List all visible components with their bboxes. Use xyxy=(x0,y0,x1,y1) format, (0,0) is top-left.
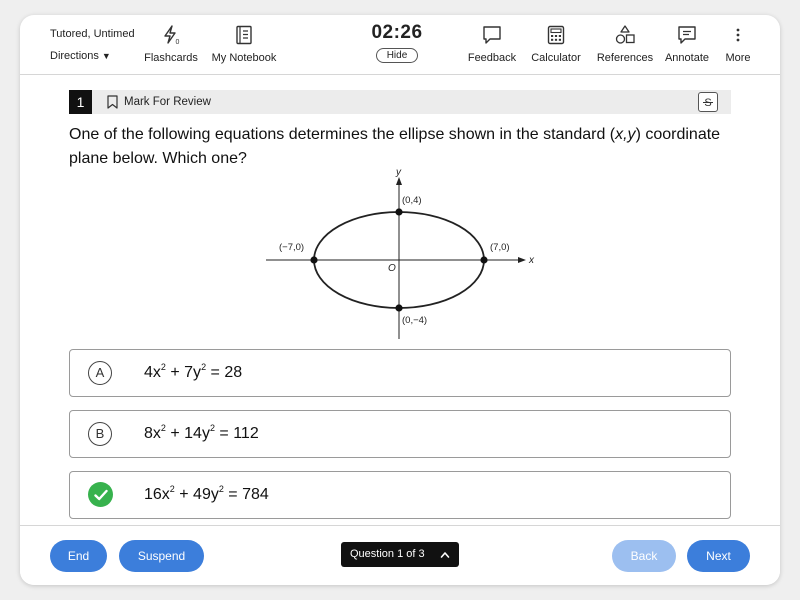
chevron-down-icon: ▼ xyxy=(101,51,111,61)
annotate-label: Annotate xyxy=(664,52,710,64)
footer-bar: End Suspend Question 1 of 3 Back Next xyxy=(20,525,780,585)
choice-equation-c: 16x2 + 49y2 = 784 xyxy=(144,484,269,504)
my-notebook-button[interactable]: My Notebook xyxy=(210,24,278,64)
point-left xyxy=(310,256,318,264)
references-label: References xyxy=(596,52,654,64)
flashcards-button[interactable]: 0 Flashcards xyxy=(143,24,199,64)
y-axis-arrow xyxy=(396,177,402,185)
exam-window: Tutored, Untimed Directions ▼ 0 Flashcard… xyxy=(20,15,780,585)
suspend-button[interactable]: Suspend xyxy=(119,540,204,572)
feedback-icon xyxy=(466,24,518,46)
question-navigator-label: Question 1 of 3 xyxy=(350,548,425,560)
strikethrough-toggle[interactable]: S xyxy=(698,92,718,112)
directions-label: Directions xyxy=(50,50,99,62)
eq-term: 49y xyxy=(193,486,219,503)
origin-label: O xyxy=(388,263,396,274)
eq-term: 7y xyxy=(184,364,202,381)
checkmark-icon xyxy=(88,482,113,507)
answer-choice-a[interactable]: A 4x2 + 7y2 = 28 xyxy=(69,349,731,397)
calculator-button[interactable]: Calculator xyxy=(529,24,583,64)
point-label-top: (0,4) xyxy=(402,195,422,206)
calculator-label: Calculator xyxy=(531,52,581,64)
directions-dropdown[interactable]: Directions ▼ xyxy=(50,50,111,62)
answer-choice-c[interactable]: 16x2 + 49y2 = 784 xyxy=(69,471,731,519)
eq-term: 8x xyxy=(144,425,161,442)
bookmark-icon xyxy=(107,95,118,109)
eq-term: 14y xyxy=(184,425,210,442)
question-text-part: One of the following equations determine… xyxy=(69,126,616,143)
question-bar: 1 Mark For Review S xyxy=(69,90,731,114)
svg-text:0: 0 xyxy=(176,39,180,45)
answer-choice-b[interactable]: B 8x2 + 14y2 = 112 xyxy=(69,410,731,458)
question-number: 1 xyxy=(69,90,92,114)
eq-term: 4x xyxy=(144,364,161,381)
references-icon xyxy=(596,24,654,46)
eq-rhs: 112 xyxy=(233,425,259,442)
point-top xyxy=(395,208,403,216)
calculator-icon xyxy=(529,24,583,46)
my-notebook-label: My Notebook xyxy=(211,52,277,64)
question-text: One of the following equations determine… xyxy=(69,123,739,171)
flashcards-label: Flashcards xyxy=(144,52,198,64)
strikethrough-icon: S xyxy=(703,97,713,108)
choice-letter-b: B xyxy=(88,422,112,446)
toolbar: Tutored, Untimed Directions ▼ 0 Flashcard… xyxy=(20,15,780,75)
end-button[interactable]: End xyxy=(50,540,107,572)
question-navigator[interactable]: Question 1 of 3 xyxy=(341,542,459,567)
next-button[interactable]: Next xyxy=(687,540,750,572)
choice-letter-a: A xyxy=(88,361,112,385)
back-button[interactable]: Back xyxy=(612,540,676,572)
point-bottom xyxy=(395,304,403,312)
x-axis-label: x xyxy=(528,255,535,266)
timer-value: 02:26 xyxy=(371,22,423,43)
annotate-icon xyxy=(663,24,711,46)
point-label-left: (−7,0) xyxy=(279,242,304,253)
x-axis-arrow xyxy=(518,257,526,263)
more-button[interactable]: More xyxy=(722,24,754,64)
feedback-label: Feedback xyxy=(467,52,517,64)
eq-rhs: 28 xyxy=(224,364,243,381)
timer: 02:26 Hide xyxy=(347,22,447,63)
annotate-button[interactable]: Annotate xyxy=(663,24,711,64)
question-text-vars: x,y xyxy=(615,126,636,143)
references-button[interactable]: References xyxy=(596,24,654,64)
more-label: More xyxy=(725,52,751,64)
notebook-icon xyxy=(210,24,278,46)
mark-for-review-button[interactable]: Mark For Review xyxy=(107,95,211,109)
choice-equation-b: 8x2 + 14y2 = 112 xyxy=(144,423,259,443)
ellipse-graph: y x O (0,4) (−7,0) (7,0) (0,−4) xyxy=(266,167,535,339)
eq-rhs: 784 xyxy=(242,486,269,503)
y-axis-label: y xyxy=(395,167,402,178)
more-icon xyxy=(722,24,754,46)
point-label-bottom: (0,−4) xyxy=(402,315,427,326)
flashcards-icon: 0 xyxy=(143,24,199,46)
point-label-right: (7,0) xyxy=(490,242,510,253)
chevron-up-icon xyxy=(440,542,450,577)
choice-equation-a: 4x2 + 7y2 = 28 xyxy=(144,362,243,382)
hide-timer-button[interactable]: Hide xyxy=(375,48,419,63)
feedback-button[interactable]: Feedback xyxy=(466,24,518,64)
mark-for-review-label: Mark For Review xyxy=(124,96,211,108)
point-right xyxy=(480,256,488,264)
eq-term: 16x xyxy=(144,486,170,503)
exam-mode-label: Tutored, Untimed xyxy=(50,28,135,40)
